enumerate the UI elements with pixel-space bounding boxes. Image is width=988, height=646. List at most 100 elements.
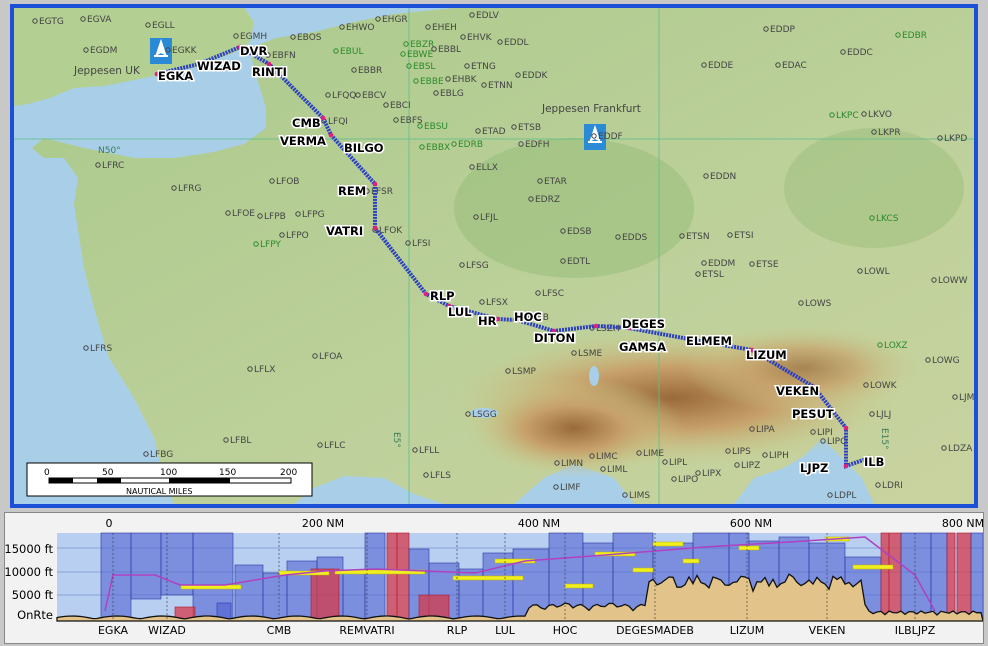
svg-text:LDRI: LDRI <box>882 481 903 491</box>
svg-text:LOWL: LOWL <box>864 267 890 277</box>
waypoint-rem[interactable]: REM <box>337 183 368 200</box>
waypoint-elmem[interactable]: ELMEM <box>685 333 734 350</box>
svg-text:LIML: LIML <box>607 465 627 475</box>
svg-text:EDAC: EDAC <box>782 61 807 71</box>
altitude-label: 5000 ft <box>12 588 54 602</box>
svg-text:LIMC: LIMC <box>596 452 618 462</box>
svg-text:LFOA: LFOA <box>319 352 343 362</box>
nm-tick: 800 NM <box>942 517 983 530</box>
altitude-label: 15000 ft <box>5 542 53 556</box>
svg-text:EGVA: EGVA <box>87 15 112 25</box>
svg-text:LIPX: LIPX <box>702 469 721 479</box>
svg-text:EBBX: EBBX <box>426 143 450 153</box>
profile-waypoint-label: DEGESMADEB <box>616 624 694 637</box>
svg-text:LIME: LIME <box>643 449 664 459</box>
svg-text:EDBR: EDBR <box>902 31 927 41</box>
waypoint-gamsa[interactable]: GAMSA <box>618 339 668 356</box>
svg-text:LDZA: LDZA <box>948 444 973 454</box>
waypoint-verma[interactable]: VERMA <box>279 133 328 150</box>
profile-waypoint-label: REMVATRI <box>339 624 394 637</box>
svg-text:LFRC: LFRC <box>102 161 124 171</box>
flight-planner-window: N50° E5° E15° Jeppesen UK Jeppesen Frank… <box>0 0 988 646</box>
profile-waypoint-label: ILBLJPZ <box>895 624 936 637</box>
vertical-profile[interactable]: 0 200 NM 400 NM 600 NM 800 NM 15000 ft 10000 … <box>5 513 983 643</box>
svg-text:ETSE: ETSE <box>756 260 779 270</box>
waypoint-vatri[interactable]: VATRI <box>325 223 365 240</box>
svg-text:EDDM: EDDM <box>708 259 735 269</box>
svg-text:ETAR: ETAR <box>544 177 567 187</box>
svg-text:LIMF: LIMF <box>560 483 581 493</box>
profile-waypoint-label: HOC <box>553 624 578 637</box>
svg-text:LFPO: LFPO <box>286 231 309 241</box>
waypoint-wizad[interactable]: WIZAD <box>196 58 243 75</box>
airport-loww[interactable]: LOWW <box>931 276 968 286</box>
svg-text:LFLC: LFLC <box>324 441 346 451</box>
svg-text:EDDC: EDDC <box>847 48 873 58</box>
svg-text:LOWG: LOWG <box>932 356 960 366</box>
waypoint-deges[interactable]: DEGES <box>621 316 667 333</box>
svg-text:EGLL: EGLL <box>152 21 175 31</box>
svg-text:EDTL: EDTL <box>567 257 590 267</box>
altitude-label: 10000 ft <box>5 565 53 579</box>
svg-text:LFQI: LFQI <box>328 117 348 127</box>
route-map[interactable]: N50° E5° E15° Jeppesen UK Jeppesen Frank… <box>14 8 974 504</box>
svg-text:EBFS: EBFS <box>400 116 423 126</box>
svg-text:EBBR: EBBR <box>358 66 382 76</box>
svg-text:LKVO: LKVO <box>868 110 892 120</box>
svg-text:EBSU: EBSU <box>424 122 448 132</box>
waypoint-ilb[interactable]: ILB <box>863 454 886 471</box>
waypoint-rinti[interactable]: RINTI <box>251 64 289 81</box>
svg-text:LFBG: LFBG <box>150 450 173 460</box>
jeppesen-uk-icon[interactable] <box>150 38 172 64</box>
lake-maggiore <box>589 366 599 386</box>
svg-text:EBWE: EBWE <box>407 50 433 60</box>
svg-text:LKPR: LKPR <box>878 128 901 138</box>
svg-text:EBUL: EBUL <box>340 47 363 57</box>
svg-text:ETSL: ETSL <box>702 270 724 280</box>
waypoint-bilgo[interactable]: BILGO <box>343 140 386 157</box>
svg-text:LFLX: LFLX <box>254 365 275 375</box>
scale-units: NAUTICAL MILES <box>126 487 192 496</box>
waypoint-hoc[interactable]: HOC <box>513 309 544 326</box>
svg-text:EDDS: EDDS <box>622 233 648 243</box>
svg-text:LSGG: LSGG <box>472 410 497 420</box>
svg-text:LFPY: LFPY <box>260 240 281 250</box>
waypoint-rlp[interactable]: RLP <box>429 288 457 305</box>
svg-text:EDRZ: EDRZ <box>535 195 560 205</box>
svg-text:LFBL: LFBL <box>230 436 251 446</box>
waypoint-veken[interactable]: VEKEN <box>775 383 821 400</box>
scale-tick-50: 50 <box>102 468 114 478</box>
svg-text:EBBL: EBBL <box>438 45 461 55</box>
svg-text:LJMB: LJMB <box>959 393 974 403</box>
waypoint-lul[interactable]: LUL <box>447 304 474 321</box>
waypoint-dvr[interactable]: DVR <box>239 43 269 60</box>
svg-text:EBSL: EBSL <box>413 62 435 72</box>
svg-text:EDDK: EDDK <box>522 71 549 81</box>
waypoint-ljpz[interactable]: LJPZ <box>799 460 830 477</box>
waypoint-lizum[interactable]: LIZUM <box>745 347 789 364</box>
svg-text:EDDF: EDDF <box>598 132 623 142</box>
svg-text:ETSN: ETSN <box>686 232 710 242</box>
svg-text:EHBK: EHBK <box>452 75 478 85</box>
waypoint-pesut[interactable]: PESUT <box>791 406 836 423</box>
scale-tick-0: 0 <box>44 468 50 478</box>
svg-text:LFJL: LFJL <box>480 213 498 223</box>
svg-text:EDDL: EDDL <box>504 38 529 48</box>
waypoint-cmb[interactable]: CMB <box>291 115 323 132</box>
waypoint-diton[interactable]: DITON <box>533 330 577 347</box>
svg-text:EDLV: EDLV <box>476 11 500 21</box>
waypoint-hr[interactable]: HR <box>477 313 499 330</box>
svg-text:LFRG: LFRG <box>178 184 201 194</box>
svg-text:EGKK: EGKK <box>172 46 198 56</box>
vertical-profile-panel[interactable]: 0 200 NM 400 NM 600 NM 800 NM 15000 ft 10000 … <box>4 512 984 644</box>
svg-text:EDSB: EDSB <box>567 227 592 237</box>
waypoint-egka[interactable]: EGKA <box>157 68 195 85</box>
svg-text:LIPO: LIPO <box>678 475 698 485</box>
svg-text:EGTG: EGTG <box>39 17 64 27</box>
svg-text:LFOB: LFOB <box>276 177 299 187</box>
route-map-panel[interactable]: N50° E5° E15° Jeppesen UK Jeppesen Frank… <box>10 4 978 508</box>
svg-text:LOWK: LOWK <box>870 381 898 391</box>
svg-text:ETNN: ETNN <box>488 81 513 91</box>
svg-text:EHGR: EHGR <box>382 15 408 25</box>
svg-text:ETSI: ETSI <box>734 231 754 241</box>
